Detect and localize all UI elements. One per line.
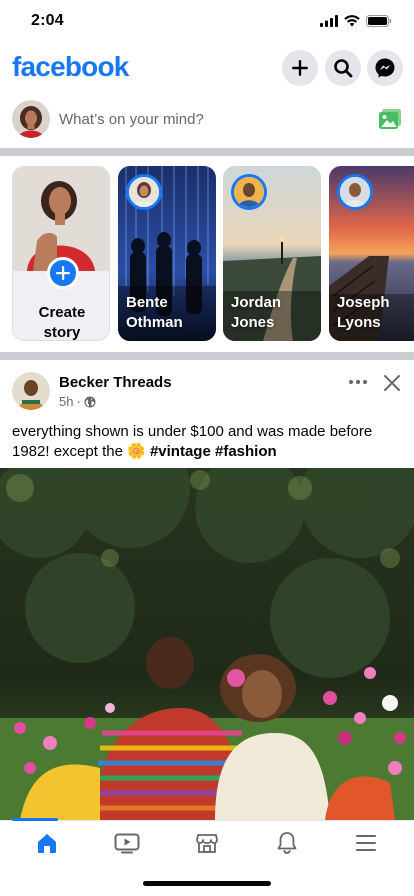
story-first-name: Bente (126, 294, 168, 311)
post-author-avatar-image (12, 372, 50, 410)
photo-button[interactable] (378, 108, 402, 135)
plus-icon (56, 266, 70, 280)
close-icon (384, 375, 400, 391)
signal-icon (320, 15, 338, 27)
story-first-name: Jordan (231, 294, 282, 311)
notifications-icon (277, 832, 297, 854)
marketplace-icon (196, 834, 218, 853)
user-avatar[interactable] (12, 100, 50, 138)
story-avatar (231, 174, 267, 210)
stories-tray: Create story Bente Othman Jordan Jones J… (0, 156, 414, 352)
status-icons (320, 15, 392, 27)
facebook-logo[interactable]: facebook (12, 51, 129, 83)
create-story-label: Create story (13, 303, 109, 341)
post-author-name[interactable]: Becker Threads (59, 374, 172, 391)
tab-marketplace[interactable] (187, 829, 227, 857)
active-tab-indicator (12, 818, 58, 821)
post-body: everything shown is under $100 and was m… (12, 422, 407, 462)
feed-divider (0, 148, 414, 156)
app-header: facebook (0, 44, 414, 94)
create-story-line2: story (43, 324, 81, 341)
battery-icon (366, 15, 392, 27)
story-avatar (126, 174, 162, 210)
story-last-name: Lyons (337, 314, 381, 331)
messenger-icon (375, 58, 395, 78)
menu-icon (356, 835, 376, 851)
user-avatar-image (12, 100, 50, 138)
tab-notifications[interactable] (267, 829, 307, 857)
post-header: Becker Threads 5h · (0, 360, 414, 420)
post-hashtags[interactable]: #vintage #fashion (150, 443, 277, 460)
home-indicator[interactable] (143, 881, 271, 886)
story-last-name: Othman (126, 314, 183, 331)
status-bar: 2:04 (0, 0, 414, 44)
post-options-button[interactable] (346, 372, 370, 392)
post-photo[interactable] (0, 468, 414, 820)
story-card-joseph-lyons[interactable]: Joseph Lyons (329, 166, 414, 341)
create-story-card[interactable]: Create story (12, 166, 110, 341)
home-icon (38, 834, 56, 853)
search-icon (334, 59, 353, 78)
more-icon (349, 380, 367, 384)
post-meta: 5h · (59, 394, 96, 409)
feed-divider (0, 352, 414, 360)
story-last-name: Jones (231, 314, 275, 331)
wifi-icon (344, 15, 360, 27)
tab-video[interactable] (107, 829, 147, 857)
story-name: Joseph Lyons (337, 293, 390, 333)
meta-separator: · (76, 394, 81, 409)
video-icon (114, 833, 140, 854)
status-time: 2:04 (31, 12, 64, 29)
messenger-button[interactable] (367, 50, 403, 86)
story-name: Jordan Jones (231, 293, 281, 333)
create-story-button[interactable] (47, 257, 79, 289)
story-avatar (337, 174, 373, 210)
story-name: Bente Othman (126, 293, 183, 333)
story-card-bente-othman[interactable]: Bente Othman (118, 166, 216, 341)
create-story-photo (13, 167, 109, 271)
create-story-line1: Create (38, 304, 86, 321)
hide-post-button[interactable] (381, 372, 403, 394)
plus-icon (292, 60, 308, 76)
tab-home[interactable] (27, 829, 67, 857)
photo-icon (379, 109, 401, 129)
status-composer[interactable]: What’s on your mind? (0, 94, 414, 148)
post-photo-image (0, 468, 414, 820)
composer-placeholder[interactable]: What’s on your mind? (59, 111, 204, 128)
post-author-avatar[interactable] (12, 372, 50, 410)
search-button[interactable] (325, 50, 361, 86)
story-card-jordan-jones[interactable]: Jordan Jones (223, 166, 321, 341)
flower-emoji: 🌼 (127, 443, 146, 460)
story-first-name: Joseph (337, 294, 390, 311)
post-time[interactable]: 5h (59, 394, 73, 409)
tab-menu[interactable] (346, 829, 386, 857)
globe-icon (84, 396, 96, 407)
create-button[interactable] (282, 50, 318, 86)
